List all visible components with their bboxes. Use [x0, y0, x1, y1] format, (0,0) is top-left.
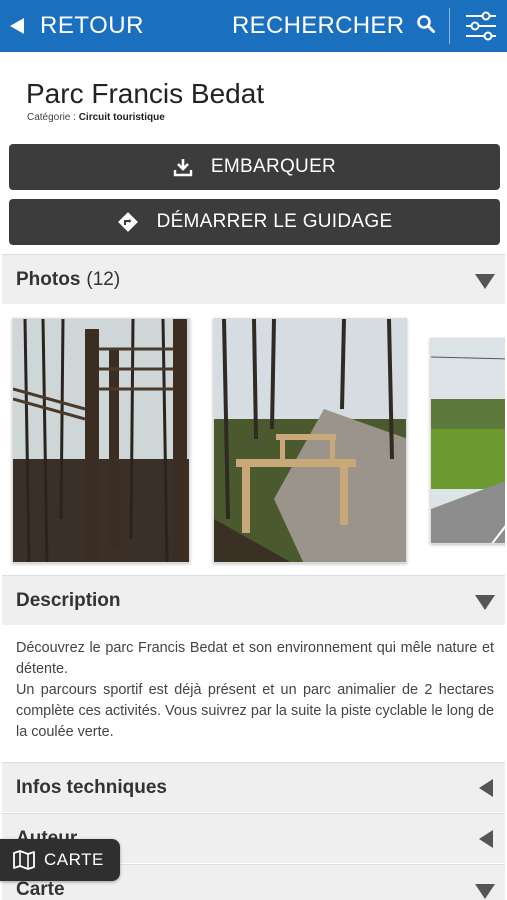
embark-button[interactable]: EMBARQUER [9, 144, 500, 190]
description-text: Découvrez le parc Francis Bedat et son e… [16, 638, 494, 743]
infos-techniques-title: Infos techniques [16, 776, 167, 798]
photo-carousel[interactable] [2, 304, 505, 572]
description-paragraph: Un parcours sportif est déjà présent et … [16, 682, 494, 740]
map-icon [12, 849, 36, 871]
map-button-label: CARTE [44, 850, 104, 869]
infos-techniques-section-header[interactable]: Infos techniques [2, 762, 505, 812]
chevron-left-icon [479, 830, 493, 848]
carte-title: Carte [16, 878, 65, 900]
page-title: Parc Francis Bedat [26, 78, 265, 109]
map-floating-button[interactable]: CARTE [0, 839, 120, 881]
photo-thumbnail[interactable] [213, 318, 407, 563]
search-label: RECHERCHER [232, 12, 405, 39]
topbar-divider [449, 8, 450, 44]
photo-thumbnail[interactable] [12, 318, 190, 563]
search-button[interactable]: RECHERCHER [232, 0, 436, 52]
photo-thumbnail[interactable] [430, 338, 505, 544]
filters-icon [466, 11, 496, 41]
back-triangle-icon [10, 18, 24, 34]
filters-button[interactable] [464, 10, 498, 42]
direction-icon [117, 211, 139, 233]
category-label: Catégorie : [27, 112, 76, 123]
start-guidance-button[interactable]: DÉMARRER LE GUIDAGE [9, 199, 500, 245]
category-line: Catégorie : Circuit touristique [27, 112, 165, 123]
photos-section-header[interactable]: Photos (12) [2, 254, 505, 304]
description-section-header[interactable]: Description [2, 575, 505, 625]
photos-count: (12) [86, 268, 121, 290]
photos-title: Photos [16, 268, 81, 290]
chevron-down-icon [475, 595, 495, 610]
search-icon [416, 14, 436, 39]
chevron-down-icon [475, 884, 495, 899]
start-guidance-label: DÉMARRER LE GUIDAGE [156, 211, 393, 232]
download-icon [173, 157, 193, 177]
description-title: Description [16, 589, 121, 611]
description-paragraph: Découvrez le parc Francis Bedat et son e… [16, 640, 494, 677]
back-button[interactable]: RETOUR [0, 0, 144, 52]
category-value: Circuit touristique [78, 112, 165, 123]
embark-label: EMBARQUER [210, 156, 337, 177]
chevron-left-icon [479, 779, 493, 797]
poi-detail: Parc Francis Bedat Catégorie : Circuit t… [2, 52, 505, 900]
top-bar: RETOUR RECHERCHER [0, 0, 507, 52]
chevron-down-icon [475, 274, 495, 289]
back-label: RETOUR [40, 12, 144, 39]
